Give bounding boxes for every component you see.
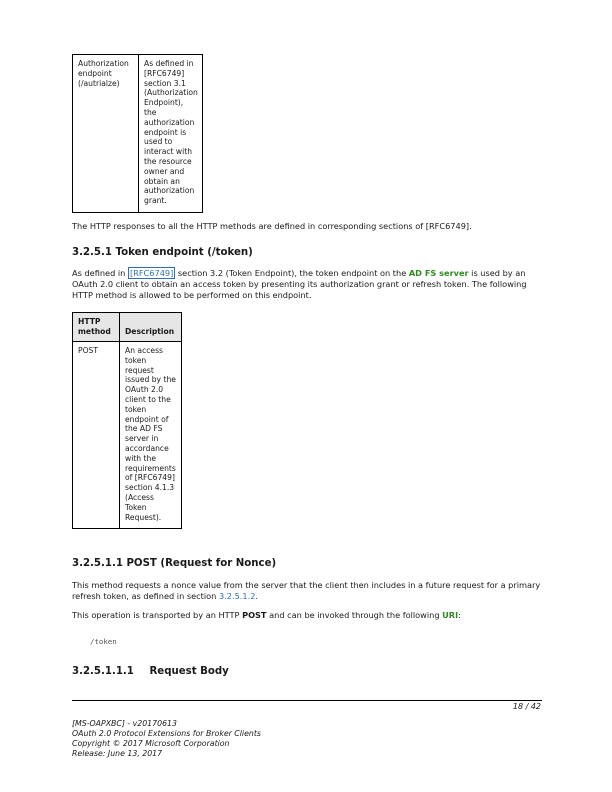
endpoint-table: Authorization endpoint (/autrialze) As d… <box>72 54 203 213</box>
text-span: : <box>458 610 461 620</box>
method-paragraph: This method requests a nonce value from … <box>72 580 542 602</box>
token-endpoint-paragraph: As defined in [RFC6749] section 3.2 (Tok… <box>72 267 542 301</box>
text-span: This operation is transported by an HTTP <box>72 610 243 620</box>
column-header: Description <box>119 312 182 342</box>
table-row: Authorization endpoint (/autrialze) As d… <box>72 54 203 213</box>
footer-divider <box>72 700 542 701</box>
rfc6749-link[interactable]: [RFC6749] <box>127 267 176 279</box>
footer-copyright: Copyright © 2017 Microsoft Corporation <box>72 739 230 748</box>
http-method-table: HTTP method Description POST An access t… <box>72 312 182 530</box>
glossary-term-ad-fs-server[interactable]: AD FS server <box>409 268 469 278</box>
heading-title: Token endpoint (/token) <box>115 247 253 258</box>
text-span: section 3.2 (Token Endpoint), the token … <box>175 268 409 278</box>
heading-title: Request Body <box>149 666 229 677</box>
table-cell: An access token request issued by the OA… <box>119 340 182 530</box>
column-header: HTTP method <box>72 312 120 342</box>
http-responses-paragraph: The HTTP responses to all the HTTP metho… <box>72 221 472 231</box>
text-span: This method requests a nonce value from … <box>72 580 541 601</box>
page-footer: [MS-OAPXBC] - v20170613 OAuth 2.0 Protoc… <box>72 719 261 759</box>
table-cell: POST <box>72 340 120 530</box>
heading-number: 3.2.5.1 <box>72 247 112 258</box>
text-span: As defined in <box>72 268 128 278</box>
section-heading-request-body: 3.2.5.1.1.1 Request Body <box>72 666 229 677</box>
heading-number: 3.2.5.1.1.1 <box>72 666 134 677</box>
glossary-term-uri[interactable]: URI <box>442 610 458 620</box>
footer-release-date: Release: June 13, 2017 <box>72 749 163 758</box>
bold-text: POST <box>242 610 267 620</box>
table-cell: As defined in [RFC6749] section 3.1 (Aut… <box>138 54 203 213</box>
table-cell: Authorization endpoint (/autrialze) <box>72 54 139 213</box>
section-heading-token-endpoint: 3.2.5.1 Token endpoint (/token) <box>72 247 253 258</box>
uri-code-block: /token <box>90 637 117 646</box>
transport-paragraph: This operation is transported by an HTTP… <box>72 610 542 621</box>
section-link[interactable]: 3.2.5.1.2 <box>219 591 255 601</box>
table-row: POST An access token request issued by t… <box>72 340 182 530</box>
text-span: . <box>255 591 259 601</box>
table-header-row: HTTP method Description <box>72 312 182 342</box>
footer-doc-id: [MS-OAPXBC] - v20170613 <box>72 719 177 728</box>
section-heading-post: 3.2.5.1.1 POST (Request for Nonce) <box>72 558 277 569</box>
text-span: and can be invoked through the following <box>266 610 443 620</box>
page-number: 18 / 42 <box>512 702 541 711</box>
footer-doc-title: OAuth 2.0 Protocol Extensions for Broker… <box>72 729 261 738</box>
document-page: Authorization endpoint (/autrialze) As d… <box>0 0 612 792</box>
